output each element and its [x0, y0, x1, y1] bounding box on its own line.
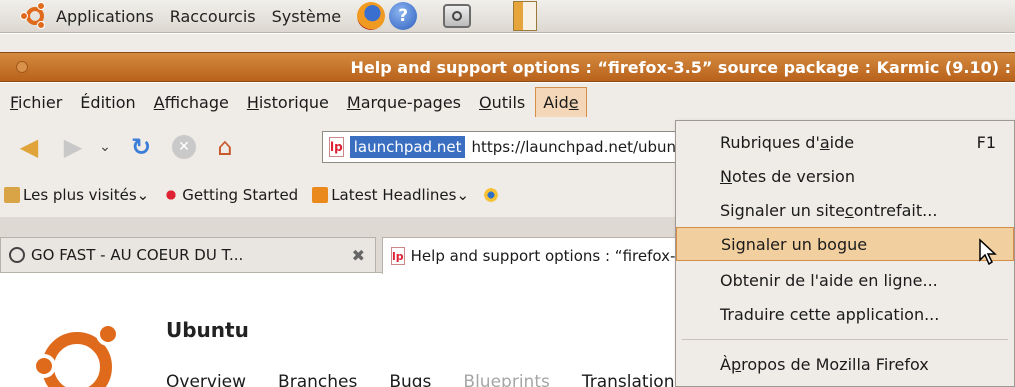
tab-label: Help and support options : “firefox-3.5” [410, 247, 708, 265]
menu-fichier[interactable]: Fichier [2, 87, 70, 118]
camera-icon[interactable] [443, 4, 472, 28]
menu-aide[interactable]: Aide [535, 87, 587, 117]
tab-go-fast[interactable]: GO FAST - AU COEUR DU T... ✖ [0, 237, 376, 273]
rss-icon [312, 187, 329, 203]
chevron-down-icon: ⌄ [136, 186, 150, 204]
top-panel: Applications Raccourcis Système ? [0, 0, 1015, 33]
clock-icon [9, 247, 25, 263]
firefox-bookmark-icon [163, 187, 180, 203]
project-nav: Overview Branches Bugs Blueprints Transl… [166, 372, 715, 387]
url-text[interactable]: https://launchpad.net/ubuntu/karmic/+sou… [471, 138, 701, 156]
launchpad-icon: lp [391, 247, 405, 265]
menu-item-signaler-site-contrefait[interactable]: Signaler un site c ontrefait... [676, 193, 1014, 227]
firefox-icon[interactable] [357, 2, 386, 30]
url-bar[interactable]: lp launchpad.net https://launchpad.net/u… [322, 131, 702, 163]
bookmark-icon [483, 187, 500, 203]
panel-menu-applications[interactable]: Applications [56, 7, 154, 26]
menu-outils[interactable]: Outils [471, 87, 533, 118]
menu-marque-pages[interactable]: Marque-pages [339, 87, 469, 118]
bookmark-latest-headlines[interactable]: Latest Headlines ⌄ [312, 186, 469, 204]
stop-icon[interactable]: ✕ [172, 135, 196, 159]
window-close-icon[interactable] [16, 61, 28, 73]
chevron-down-icon: ⌄ [456, 186, 470, 204]
back-arrow-icon[interactable]: ◀ [14, 132, 44, 162]
menu-item-traduire-application[interactable]: Traduire cette application... [676, 297, 1014, 331]
panel-menu-systeme[interactable]: Système [272, 7, 342, 26]
bookmark-more[interactable] [483, 187, 502, 203]
bookmark-most-visited[interactable]: Les plus visités ⌄ [4, 186, 149, 204]
menu-item-a-propos[interactable]: À p ropos de Mozilla Firefox [676, 347, 1014, 381]
forward-arrow-icon[interactable]: ▶ [58, 132, 88, 162]
bookmark-getting-started[interactable]: Getting Started [163, 186, 298, 204]
tab-label: GO FAST - AU COEUR DU T... [31, 246, 244, 264]
menu-item-rubriques-aide[interactable]: Rubriques d' a ide F1 [676, 125, 1014, 159]
url-site-identity[interactable]: launchpad.net [349, 136, 466, 158]
shortcut-f1: F1 [976, 132, 996, 152]
menu-item-signaler-bogue[interactable]: Signaler un bogue [676, 227, 1014, 261]
project-title: Ubuntu [166, 318, 249, 342]
menu-affichage[interactable]: Affichage [146, 87, 237, 118]
reload-icon[interactable]: ↻ [126, 132, 156, 162]
nav-translations[interactable]: Translations [582, 372, 684, 387]
document-icon[interactable] [513, 1, 538, 31]
window-title: Help and support options : “firefox-3.5”… [350, 57, 1011, 77]
window-titlebar: Help and support options : “firefox-3.5”… [0, 52, 1015, 82]
nav-bugs[interactable]: Bugs [389, 372, 431, 387]
help-menu-dropdown: Rubriques d' a ide F1 Notes de version Sig… [675, 120, 1015, 387]
site-favicon-icon: lp [329, 137, 344, 157]
mouse-pointer-icon [979, 238, 997, 266]
panel-menu-raccourcis[interactable]: Raccourcis [170, 7, 256, 26]
menu-separator [682, 339, 1008, 340]
menu-edition[interactable]: Édition [72, 87, 143, 118]
nav-overview[interactable]: Overview [166, 372, 246, 387]
menu-item-aide-en-ligne[interactable]: Obtenir de l'aide en ligne... [676, 263, 1014, 297]
ubuntu-logo-icon [32, 314, 122, 387]
history-dropdown-icon[interactable]: ⌄ [98, 132, 112, 162]
tab-close-icon[interactable]: ✖ [352, 246, 365, 265]
folder-icon [4, 187, 20, 203]
ubuntu-logo-icon[interactable] [20, 2, 48, 29]
menu-item-notes-version[interactable]: Notes de version [676, 159, 1014, 193]
menu-bar: Fichier Édition Affichage Historique Mar… [0, 83, 1015, 121]
nav-blueprints[interactable]: Blueprints [463, 372, 549, 387]
desktop-gap [0, 34, 1015, 52]
menu-historique[interactable]: Historique [239, 87, 337, 118]
tab-help-and-support[interactable]: lp Help and support options : “firefox-3… [382, 237, 707, 274]
help-icon[interactable]: ? [389, 2, 418, 30]
home-icon[interactable]: ⌂ [210, 132, 240, 162]
nav-branches[interactable]: Branches [278, 372, 357, 387]
